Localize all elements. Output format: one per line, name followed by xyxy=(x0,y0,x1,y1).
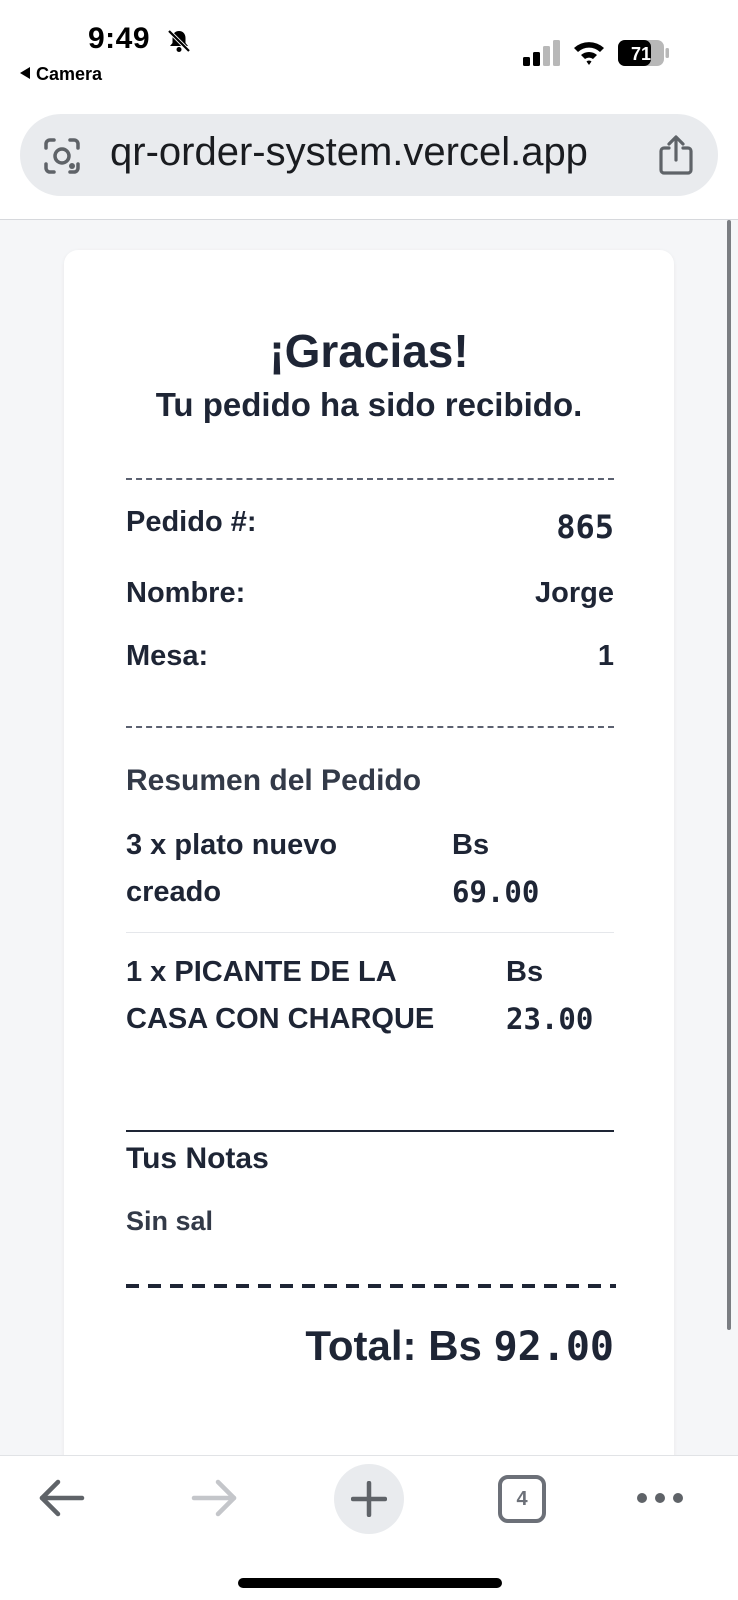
wifi-icon xyxy=(574,42,604,65)
back-to-camera-link[interactable]: Camera xyxy=(20,64,102,85)
total-value: 92.00 xyxy=(493,1324,614,1370)
status-time: 9:49 xyxy=(88,22,151,55)
name-value: Jorge xyxy=(535,577,614,609)
share-icon[interactable] xyxy=(656,134,696,176)
back-arrow-icon[interactable] xyxy=(36,1476,88,1520)
camera-lens-icon[interactable] xyxy=(42,136,82,176)
order-item-name: 1 x PICANTE DE LA CASA CON CHARQUE xyxy=(126,949,434,1043)
table-value: 1 xyxy=(597,640,614,672)
order-item-amount: 69.00 xyxy=(452,875,540,909)
tabs-icon[interactable]: 4 xyxy=(498,1475,546,1523)
order-summary-title: Resumen del Pedido xyxy=(126,764,422,797)
bell-slash-icon xyxy=(167,29,191,53)
forward-arrow-icon[interactable] xyxy=(188,1476,240,1520)
page-scrollbar[interactable] xyxy=(727,220,731,1330)
thanks-subtitle: Tu pedido ha sido recibido. xyxy=(155,386,583,423)
name-label: Nombre: xyxy=(126,577,246,609)
home-indicator[interactable] xyxy=(238,1578,502,1588)
item-divider xyxy=(126,932,614,933)
battery-level: 71 xyxy=(631,44,651,64)
url-text[interactable]: qr-order-system.vercel.app xyxy=(110,130,588,175)
order-item-name: 3 x plato nuevo creado xyxy=(126,822,337,916)
order-total: Total: Bs 92.00 xyxy=(305,1322,614,1370)
back-triangle-icon xyxy=(20,67,30,79)
order-item-name-line: 1 x PICANTE DE LA xyxy=(126,956,397,988)
order-item-currency: Bs xyxy=(452,829,490,861)
total-dashed-divider xyxy=(126,1284,616,1288)
status-bar: 9:49 Camera 71 xyxy=(0,0,738,100)
total-label: Total: Bs xyxy=(305,1322,482,1369)
order-item-amount: 23.00 xyxy=(506,1002,594,1036)
order-item-price: Bs 23.00 xyxy=(506,949,593,1043)
dashed-divider xyxy=(126,478,614,480)
battery-icon: 71 xyxy=(618,40,669,66)
order-receipt-card: ¡Gracias! Tu pedido ha sido recibido. Pe… xyxy=(64,250,674,1470)
order-item-currency: Bs xyxy=(506,956,544,988)
notes-text: Sin sal xyxy=(126,1206,214,1236)
more-icon[interactable] xyxy=(636,1492,684,1504)
solid-divider xyxy=(126,1130,614,1132)
plus-icon xyxy=(351,1481,387,1517)
table-label: Mesa: xyxy=(126,640,209,672)
back-app-label: Camera xyxy=(36,64,103,84)
order-item-price: Bs 69.00 xyxy=(452,822,539,916)
order-number-value: 865 xyxy=(556,508,614,546)
tab-count: 4 xyxy=(516,1488,528,1510)
order-item-name-line: creado xyxy=(126,876,222,908)
new-tab-button[interactable] xyxy=(334,1464,404,1534)
address-bar[interactable]: qr-order-system.vercel.app xyxy=(20,114,718,196)
thanks-title: ¡Gracias! xyxy=(269,325,469,377)
notes-title: Tus Notas xyxy=(126,1142,269,1175)
signal-icon xyxy=(523,40,560,66)
order-number-label: Pedido #: xyxy=(126,506,257,538)
dashed-divider xyxy=(126,726,614,728)
order-item-name-line: CASA CON CHARQUE xyxy=(126,1003,435,1035)
order-item-name-line: 3 x plato nuevo xyxy=(126,829,338,861)
